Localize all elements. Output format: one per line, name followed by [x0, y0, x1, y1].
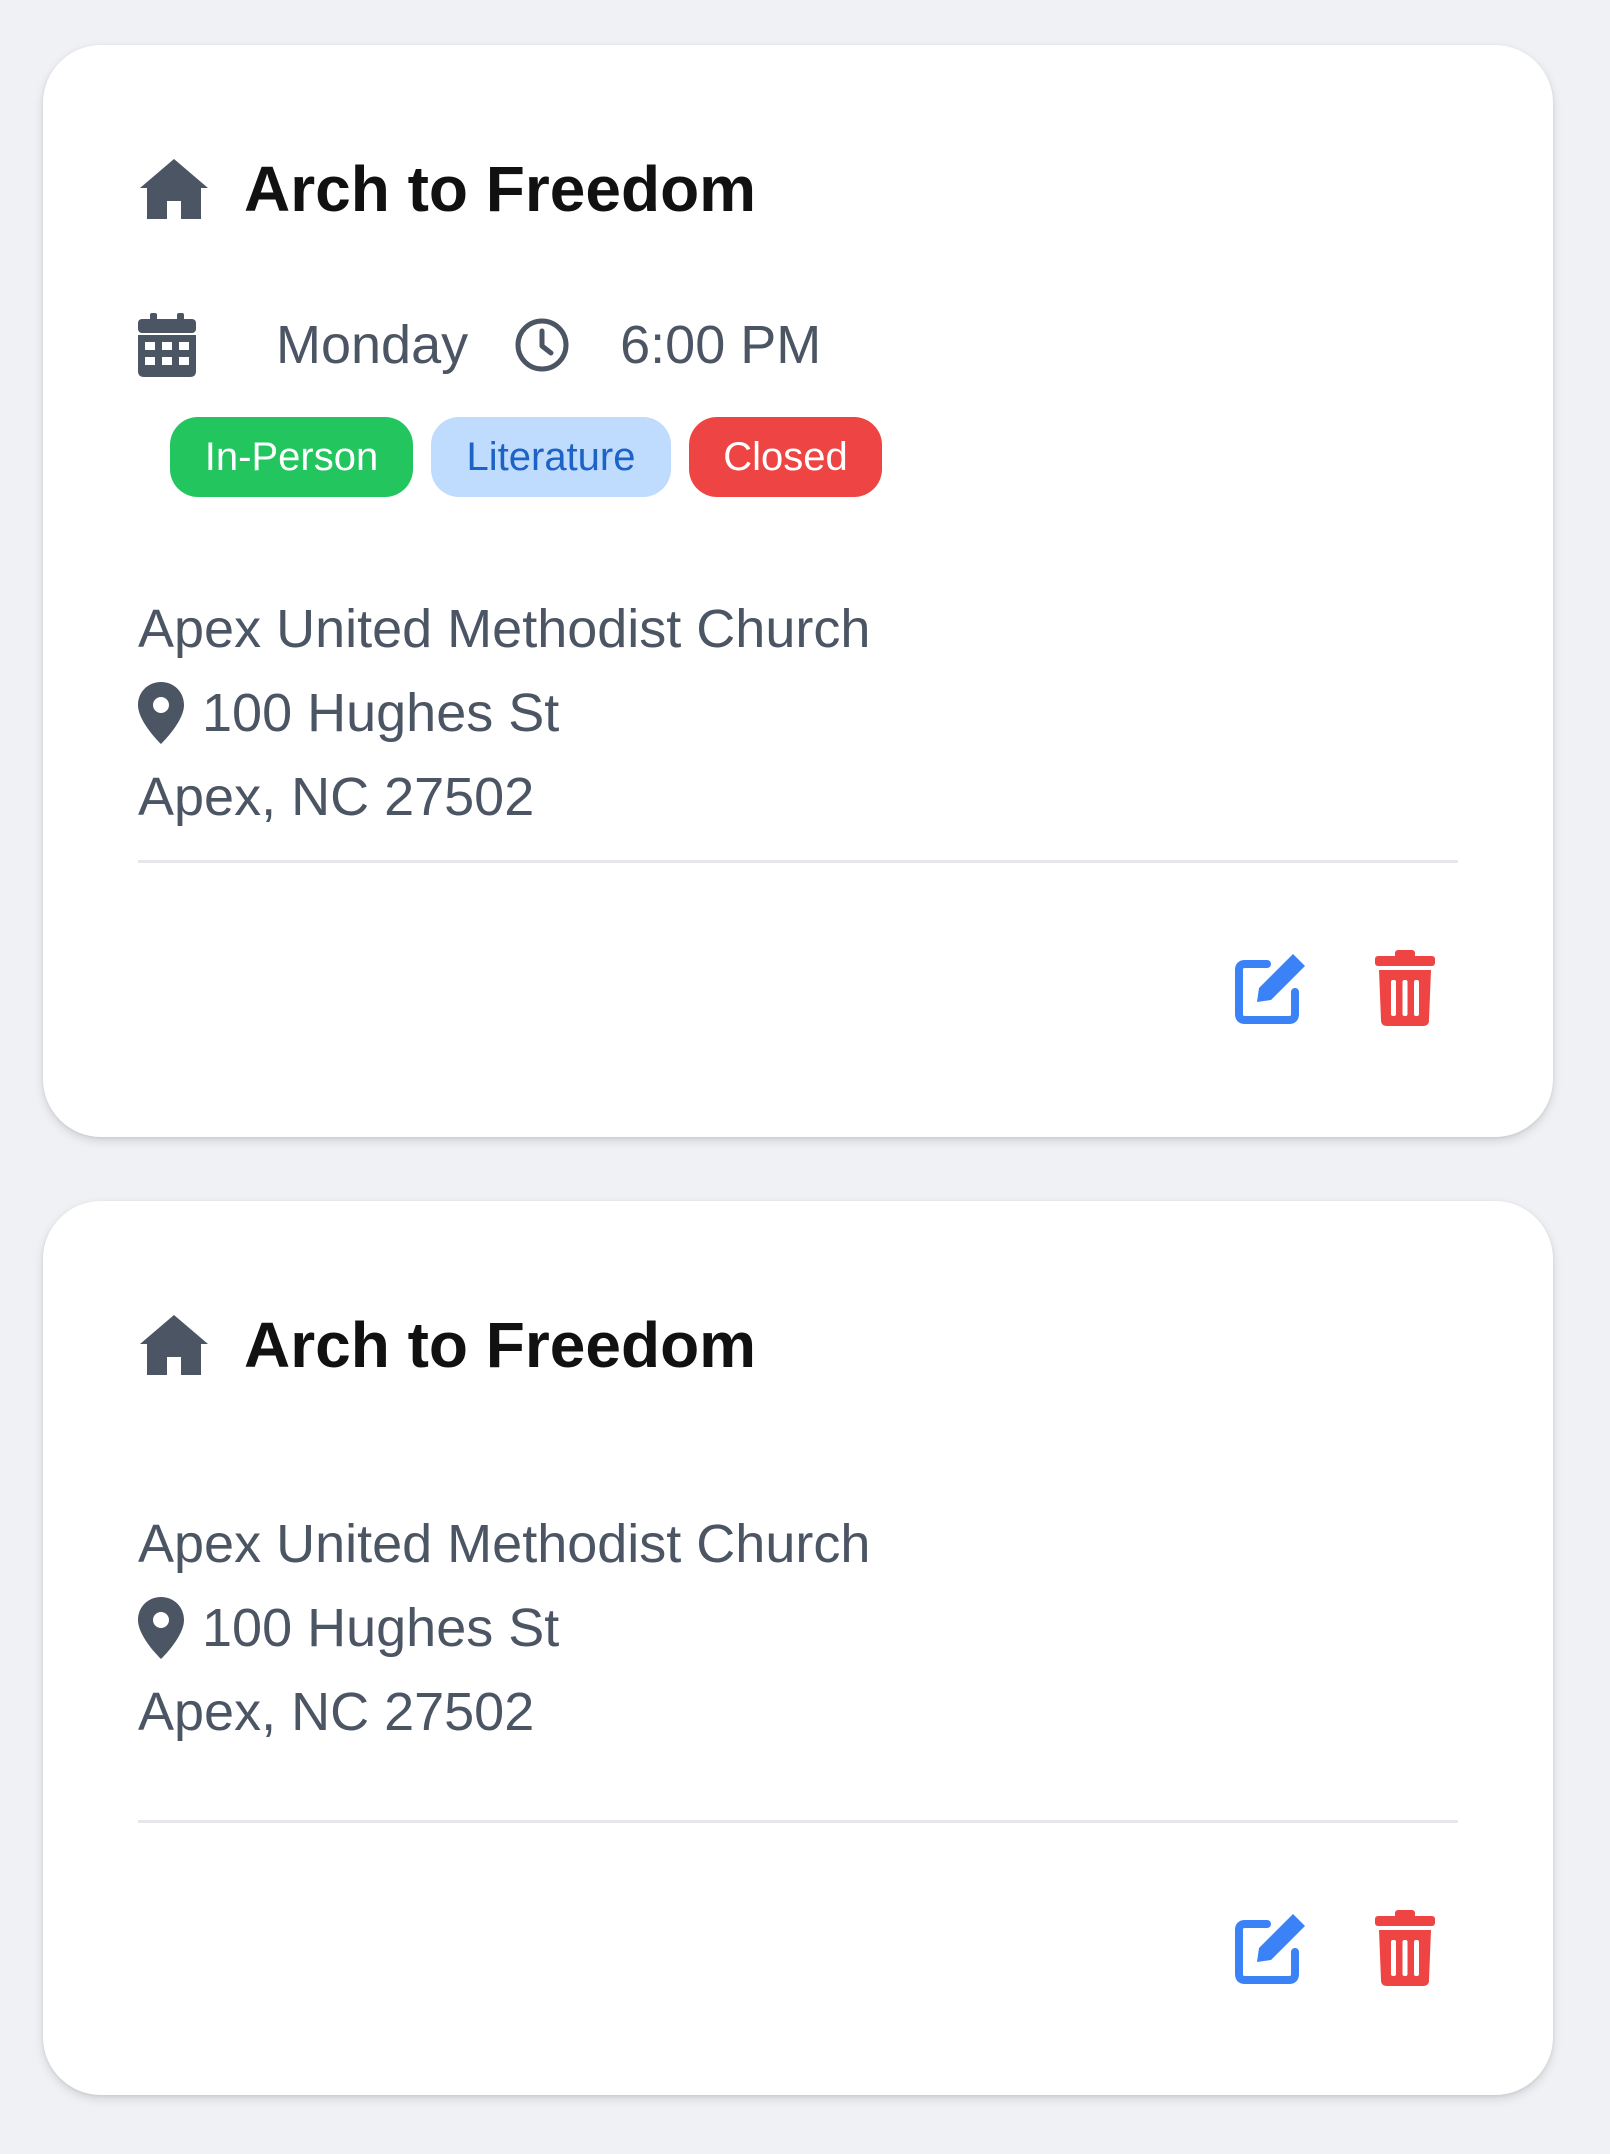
meeting-header: Arch to Freedom [138, 157, 756, 221]
meeting-day: Monday [276, 315, 469, 375]
tag-closed: Closed [689, 417, 882, 497]
home-icon [140, 1315, 208, 1375]
map-pin-icon [138, 1597, 184, 1659]
location-name: Apex United Methodist Church [138, 599, 871, 659]
city-state-zip: Apex, NC 27502 [138, 767, 535, 827]
edit-button[interactable] [1233, 950, 1309, 1026]
meeting-tags: In-Person Literature Closed [170, 417, 900, 497]
delete-button[interactable] [1375, 950, 1435, 1026]
card-actions [1233, 1910, 1435, 1986]
street-line: 100 Hughes St [138, 1586, 870, 1670]
map-pin-icon [138, 682, 184, 744]
divider [138, 860, 1458, 863]
trash-icon [1375, 950, 1435, 1026]
edit-icon [1235, 1914, 1305, 1984]
meeting-schedule: Monday 6:00 PM [138, 310, 821, 380]
divider [138, 1820, 1458, 1823]
meeting-address: Apex United Methodist Church 100 Hughes … [138, 587, 870, 839]
delete-button[interactable] [1375, 1910, 1435, 1986]
home-icon [140, 159, 208, 219]
street-line: 100 Hughes St [138, 671, 870, 755]
edit-button[interactable] [1233, 1910, 1309, 1986]
city-state-zip: Apex, NC 27502 [138, 1682, 535, 1742]
card-actions [1233, 950, 1435, 1026]
tag-literature: Literature [431, 417, 671, 497]
edit-icon [1235, 954, 1305, 1024]
meeting-address: Apex United Methodist Church 100 Hughes … [138, 1502, 870, 1754]
meeting-title: Arch to Freedom [244, 1309, 757, 1381]
meeting-card: Arch to Freedom Monday 6:00 PM In-Person… [43, 45, 1553, 1137]
tag-in-person: In-Person [170, 417, 413, 497]
meeting-card: Arch to Freedom Apex United Methodist Ch… [43, 1201, 1553, 2095]
calendar-icon [138, 313, 196, 377]
meeting-time: 6:00 PM [620, 315, 822, 375]
location-name: Apex United Methodist Church [138, 1514, 871, 1574]
street-address: 100 Hughes St [202, 1598, 560, 1658]
trash-icon [1375, 1910, 1435, 1986]
meeting-title: Arch to Freedom [244, 153, 757, 225]
clock-icon [515, 318, 569, 372]
street-address: 100 Hughes St [202, 683, 560, 743]
meeting-header: Arch to Freedom [138, 1313, 756, 1377]
